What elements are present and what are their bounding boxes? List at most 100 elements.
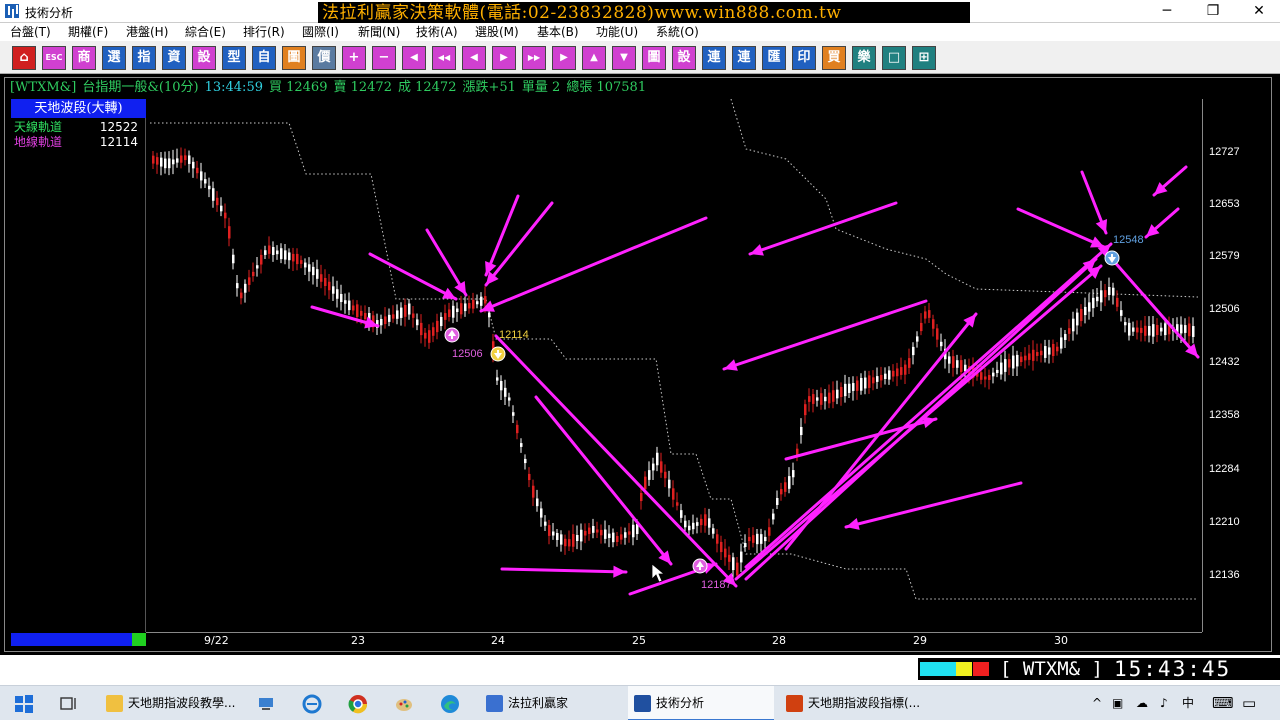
menu-tw[interactable]: 台盤(T) [10,23,51,41]
right-button[interactable]: ▶ [492,46,516,70]
candle-body [456,308,459,313]
edge-browser-icon[interactable] [440,694,460,714]
link2-button[interactable]: 連 [732,46,756,70]
taskbar-app-technical[interactable]: 技術分析 [628,686,774,720]
taskbar-app-powerpoint[interactable]: 天地期指波段指標(... [780,686,930,720]
pattern-button[interactable]: 型 [222,46,246,70]
menu-futures[interactable]: 期權(F) [68,23,108,41]
tray-network-icon[interactable]: ▣ [1112,686,1123,720]
zoom-in-button[interactable]: + [342,46,366,70]
sky-track-value: 12522 [99,120,138,134]
ie-browser-icon[interactable] [302,694,322,714]
arrow-shaft [744,242,1113,569]
notification-icon[interactable]: ▭ [1242,686,1256,720]
candle-body [1016,354,1019,367]
candle-body [252,271,255,277]
close-button[interactable]: ✕ [1236,0,1280,22]
menu-news[interactable]: 新聞(N) [358,23,400,41]
arrow-shaft [784,312,978,551]
menu-combined[interactable]: 綜合(E) [185,23,226,41]
candle-body [612,532,615,543]
candle-body [1056,346,1059,352]
candle-body [1128,322,1131,336]
config-button[interactable]: 設 [672,46,696,70]
candle-body [1184,325,1187,333]
data-button[interactable]: 資 [162,46,186,70]
home-button[interactable]: ⌂ [12,46,36,70]
candle-body [932,319,935,329]
custom-button[interactable]: 自 [252,46,276,70]
settings-button[interactable]: 設 [192,46,216,70]
lower-band-line [730,99,1199,298]
status-swatch-cyan [920,662,956,676]
tray-cloud-icon[interactable]: ☁ [1136,686,1148,720]
candle-body [400,307,403,318]
taskbar-app-ferrari[interactable]: 法拉利贏家 [480,686,620,720]
candle-body [736,562,739,576]
chart-button[interactable]: 圖 [282,46,306,70]
candle-body [332,286,335,294]
buy-button[interactable]: 買 [822,46,846,70]
graph-button[interactable]: 圖 [642,46,666,70]
esc-button[interactable]: ESC [42,46,66,70]
candle-body [592,525,595,533]
ime-indicator[interactable]: 中 [1182,686,1194,720]
export-button[interactable]: 匯 [762,46,786,70]
menu-fundamental[interactable]: 基本(B) [537,23,579,41]
minimize-button[interactable]: ─ [1144,0,1190,22]
candle-body [432,327,435,336]
candle-body [780,489,783,495]
window-button[interactable]: □ [882,46,906,70]
indicator-header[interactable]: 天地波段(大轉) [11,99,146,118]
candle-body [892,370,895,377]
tray-expand-icon[interactable]: ^ [1092,686,1102,720]
chrome-browser-icon[interactable] [348,694,368,714]
menu-technical[interactable]: 技術(A) [416,23,458,41]
candle-body [1020,356,1023,363]
down-button[interactable]: ▼ [612,46,636,70]
taskbar-app-folder[interactable]: 天地期指波段教學... [100,686,240,720]
step-right-button[interactable]: ▶ [552,46,576,70]
menu-stock-pick[interactable]: 選股(M) [475,23,519,41]
candle-body [916,336,919,342]
select-button[interactable]: 選 [102,46,126,70]
fast-left-button[interactable]: ◀◀ [432,46,456,70]
link-button[interactable]: 連 [702,46,726,70]
candle-body [804,404,807,416]
music-button[interactable]: 樂 [852,46,876,70]
candlestick-plot[interactable]: 12506 12114 12187 12548 [146,99,1202,632]
task-view-icon[interactable] [58,694,78,714]
indicator-button[interactable]: 指 [132,46,156,70]
menu-ranking[interactable]: 排行(R) [243,23,285,41]
input-method-icon[interactable]: ⌨ [1212,686,1234,720]
price-button[interactable]: 價 [312,46,336,70]
candle-body [512,412,515,416]
layout-button[interactable]: ⊞ [912,46,936,70]
price-axis: 12727 12653 12579 12506 12432 12358 1228… [1202,99,1270,632]
quote-change: 漲跌+51 [462,80,516,95]
mouse-cursor-icon [651,563,666,583]
zoom-out-button[interactable]: − [372,46,396,70]
candle-body [324,278,327,286]
product-button[interactable]: 商 [72,46,96,70]
tray-volume-icon[interactable]: ♪ [1160,686,1168,720]
maximize-button[interactable]: ❐ [1190,0,1236,22]
menu-function[interactable]: 功能(U) [596,23,638,41]
candle-body [320,274,323,282]
menu-system[interactable]: 系統(O) [656,23,699,41]
candle-body [168,158,171,169]
left-button[interactable]: ◀ [462,46,486,70]
candle-body [568,539,571,547]
menu-hk[interactable]: 港盤(H) [126,23,168,41]
step-left-button[interactable]: ◀ [402,46,426,70]
menu-international[interactable]: 國際(I) [302,23,339,41]
sell-signal-marker-1 [490,346,506,362]
print-button[interactable]: 印 [792,46,816,70]
candle-body [1108,286,1111,296]
up-button[interactable]: ▲ [582,46,606,70]
fast-right-button[interactable]: ▶▶ [522,46,546,70]
network-pc-icon[interactable] [256,694,276,714]
windows-start-icon[interactable] [14,694,34,714]
candle-body [924,311,927,319]
paint-app-icon[interactable] [394,694,414,714]
